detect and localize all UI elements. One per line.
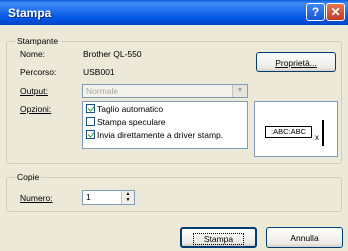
copies-number-input[interactable]: 1 ▲ ▼ bbox=[82, 190, 135, 205]
preview-cut-line bbox=[322, 120, 324, 146]
output-select-value: Normale bbox=[86, 86, 119, 96]
cancel-button-label: Annulla bbox=[290, 233, 319, 243]
cancel-button[interactable]: Annulla bbox=[266, 227, 343, 248]
checkbox-auto-cut[interactable] bbox=[86, 104, 95, 113]
printer-group-legend: Stampante bbox=[15, 36, 61, 46]
options-label: Opzioni: bbox=[20, 104, 52, 114]
option-send-to-driver[interactable]: Invia direttamente a driver stamp. bbox=[86, 130, 223, 142]
option-auto-cut-label: Taglio automatico bbox=[97, 104, 164, 114]
print-dialog: Stampa ? ✕ Stampante Nome: Brother QL-55… bbox=[0, 0, 348, 251]
name-label: Nome: bbox=[20, 49, 46, 59]
option-auto-cut[interactable]: Taglio automatico bbox=[86, 104, 163, 116]
printer-name-value: Brother QL-550 bbox=[83, 49, 142, 59]
copies-number-value: 1 bbox=[86, 192, 91, 202]
properties-button[interactable]: Proprietà... bbox=[256, 52, 336, 72]
checkbox-mirror-print[interactable] bbox=[86, 117, 95, 126]
help-button[interactable]: ? bbox=[306, 3, 325, 21]
copies-group-legend: Copie bbox=[15, 172, 42, 182]
label-preview: :ABC:ABC x bbox=[254, 101, 338, 157]
option-mirror-print[interactable]: Stampa speculare bbox=[86, 117, 166, 129]
preview-sample-text: :ABC:ABC bbox=[270, 127, 306, 136]
output-label: Output: bbox=[20, 86, 48, 96]
preview-sample-label: :ABC:ABC bbox=[265, 126, 312, 138]
copies-stepper[interactable]: ▲ ▼ bbox=[121, 191, 134, 204]
preview-x-mark: x bbox=[315, 133, 319, 142]
option-mirror-print-label: Stampa speculare bbox=[97, 117, 166, 127]
close-button[interactable]: ✕ bbox=[326, 3, 345, 21]
number-label: Numero: bbox=[20, 193, 53, 203]
options-list: Taglio automatico Stampa speculare Invia… bbox=[82, 101, 248, 149]
path-label: Percorso: bbox=[20, 67, 57, 77]
printer-path-value: USB001 bbox=[83, 67, 115, 77]
option-send-to-driver-label: Invia direttamente a driver stamp. bbox=[97, 130, 224, 140]
stepper-down-icon[interactable]: ▼ bbox=[122, 197, 134, 203]
copies-group: Copie bbox=[6, 172, 342, 212]
title-bar: Stampa ? ✕ bbox=[0, 0, 348, 25]
print-button[interactable]: Stampa bbox=[180, 227, 257, 248]
window-title: Stampa bbox=[8, 6, 52, 20]
properties-button-label: Proprietà... bbox=[275, 58, 317, 68]
checkbox-send-to-driver[interactable] bbox=[86, 130, 95, 139]
print-button-label: Stampa bbox=[192, 233, 245, 245]
output-select[interactable]: Normale ▼ bbox=[82, 84, 248, 98]
chevron-down-icon: ▼ bbox=[232, 85, 247, 97]
